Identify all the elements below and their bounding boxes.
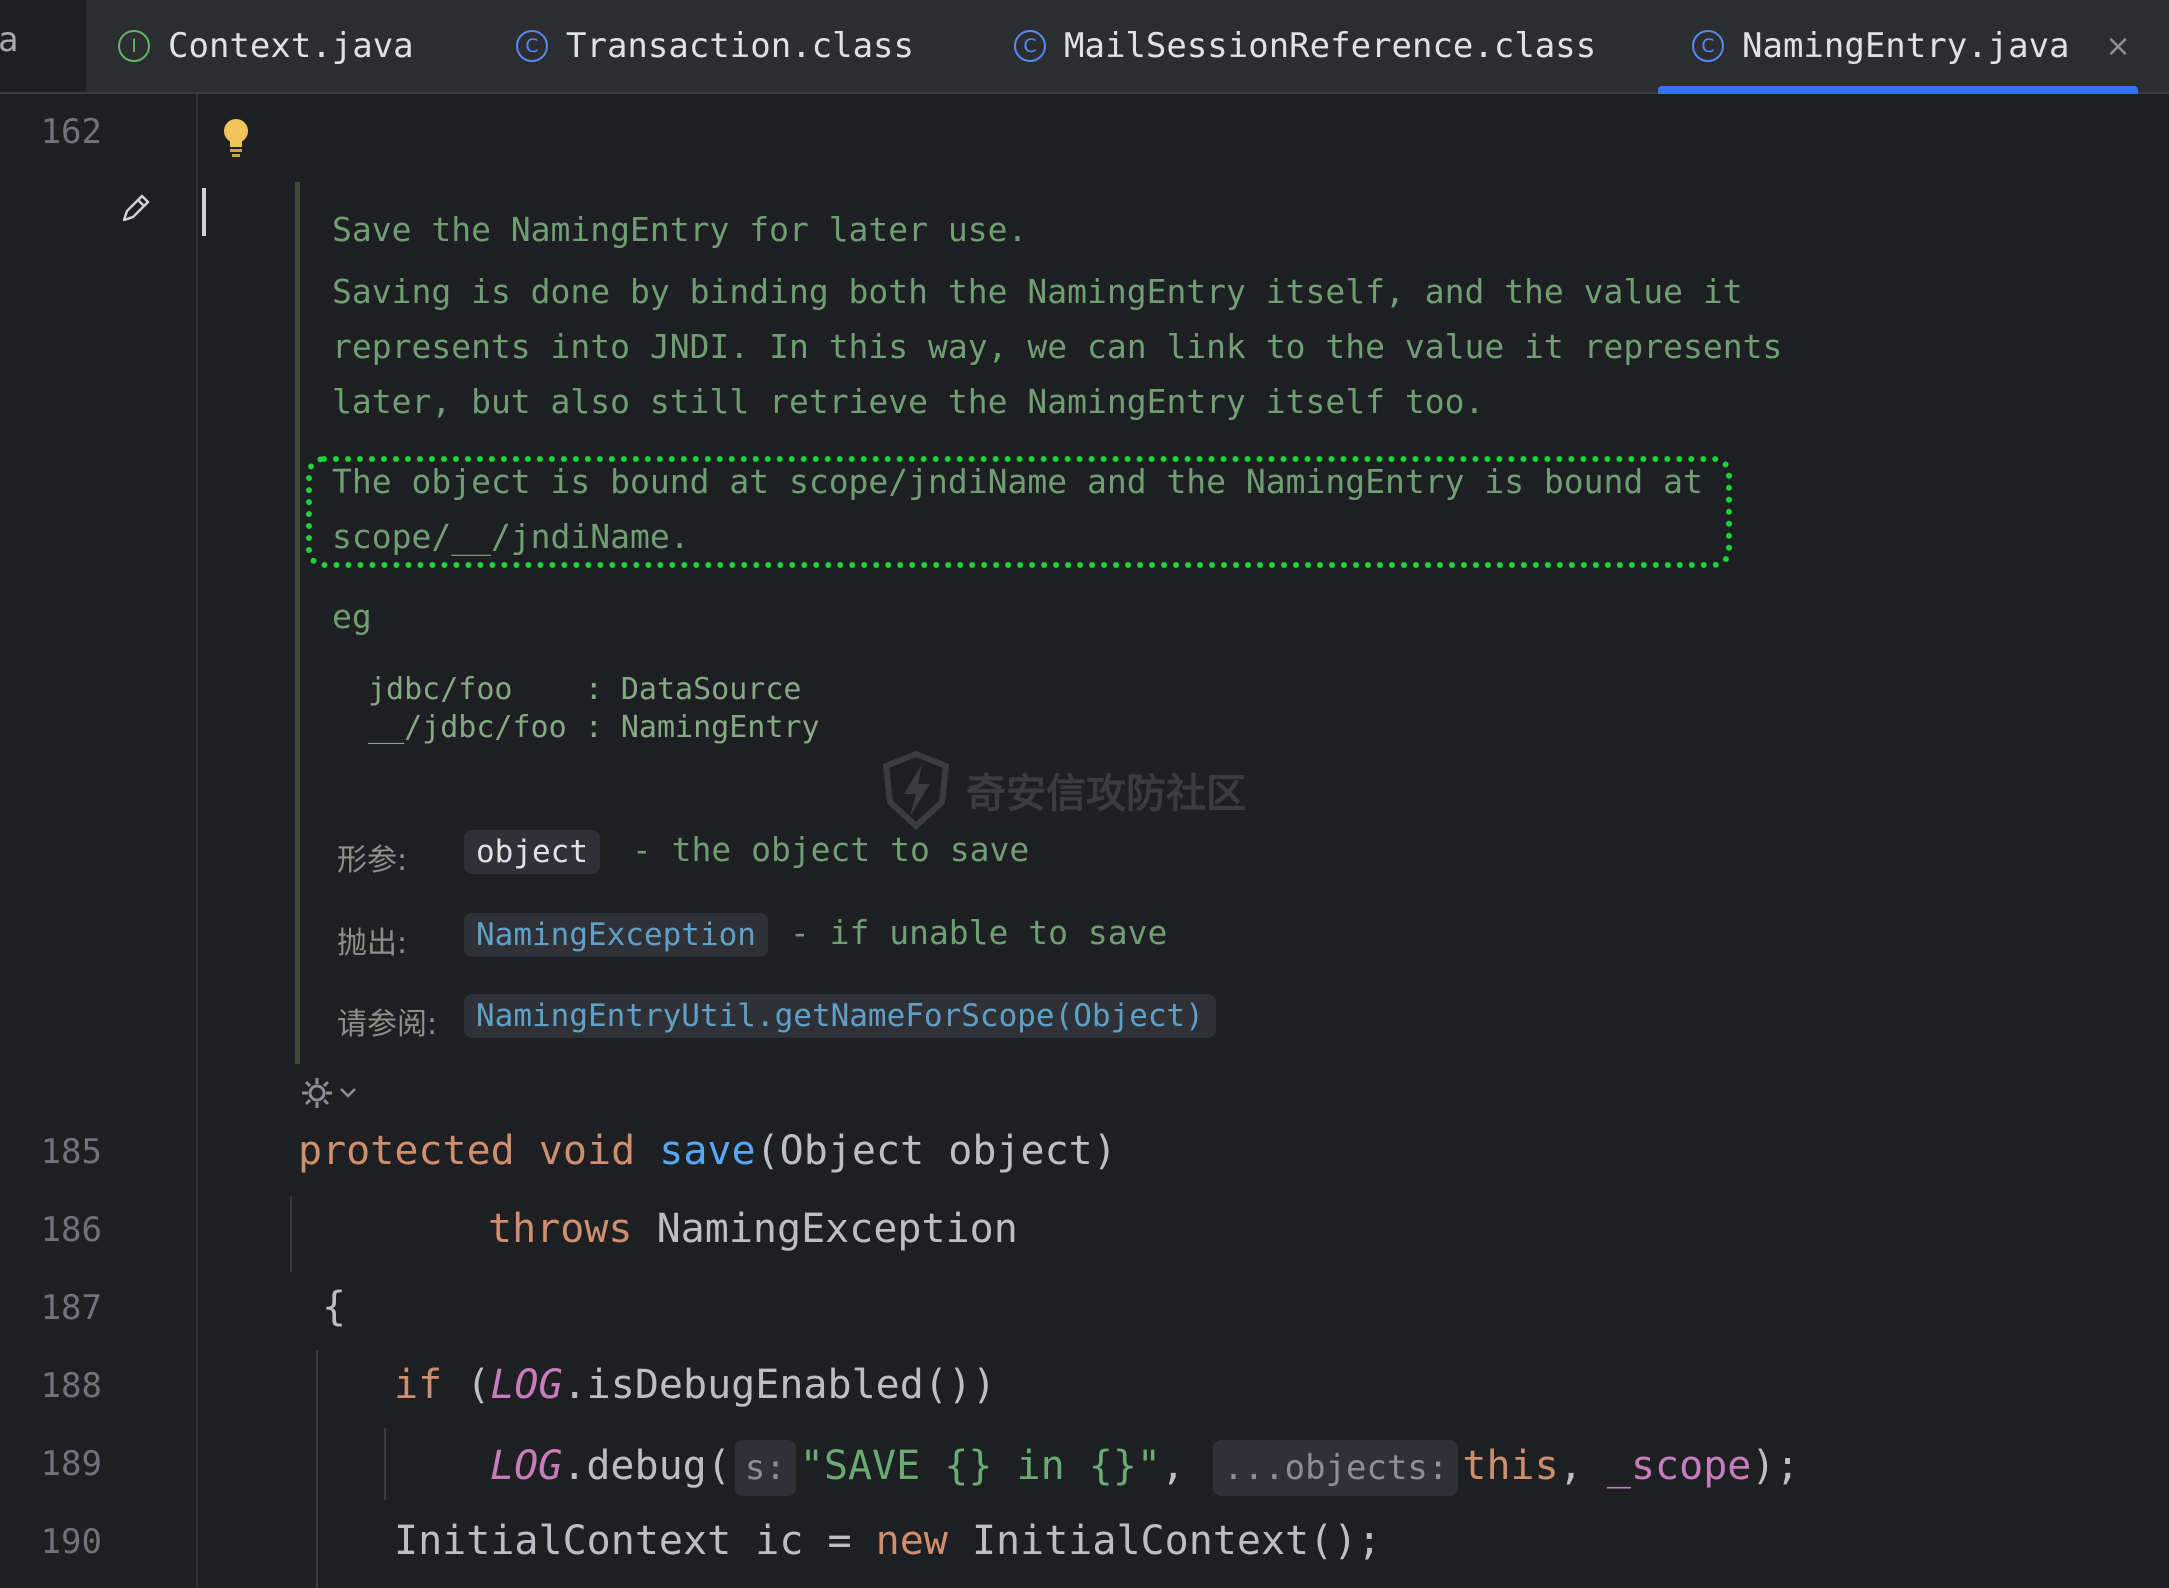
tab-label: NamingEntry.java xyxy=(1742,26,2070,66)
close-icon[interactable]: × xyxy=(2106,29,2131,64)
gear-icon xyxy=(302,1078,332,1108)
throws-description: - if unable to save xyxy=(770,913,1168,952)
keyword: void xyxy=(538,1128,636,1174)
method-call: .isDebugEnabled()) xyxy=(562,1362,997,1408)
code-line-188[interactable]: if (LOG.isDebugEnabled()) xyxy=(394,1362,996,1408)
keyword: new xyxy=(875,1518,948,1564)
active-tab-indicator xyxy=(1658,86,2138,94)
watermark: 奇安信攻防社区 xyxy=(880,750,1246,830)
tab-overflow-left[interactable]: a xyxy=(0,0,86,92)
line-number: 185 xyxy=(40,1132,102,1172)
class-icon: C xyxy=(1692,30,1724,62)
tab-transaction-class[interactable]: C Transaction.class xyxy=(516,0,914,92)
line-number: 162 xyxy=(40,112,102,152)
indent-guide xyxy=(316,1350,318,1588)
keyword: if xyxy=(394,1362,443,1408)
separator: , xyxy=(1558,1443,1607,1489)
line-number: 187 xyxy=(40,1288,102,1328)
declaration: InitialContext ic = xyxy=(394,1518,876,1564)
comma: , xyxy=(1161,1443,1186,1489)
code-line-189[interactable]: LOG.debug(s: "SAVE {} in {}", ...objects:… xyxy=(490,1440,1800,1496)
chevron-down-icon xyxy=(340,1088,356,1098)
text-caret xyxy=(202,188,206,236)
indent-guide xyxy=(290,1196,292,1272)
editor-tab-bar: a I Context.java C Transaction.class C M… xyxy=(0,0,2169,94)
code-line-187[interactable]: { xyxy=(322,1284,346,1330)
param-label: 形参: xyxy=(337,843,408,878)
shield-bolt-icon xyxy=(882,750,950,830)
statement-end: ); xyxy=(1751,1443,1800,1489)
line-number: 186 xyxy=(40,1210,102,1250)
tab-mailsessionreference-class[interactable]: C MailSessionReference.class xyxy=(1014,0,1596,92)
doc-paragraph-line: Saving is done by binding both the Namin… xyxy=(332,272,1743,311)
code-line-185[interactable]: protected void save(Object object) xyxy=(298,1128,1117,1174)
line-number: 189 xyxy=(40,1444,102,1484)
field-ref: _scope xyxy=(1606,1443,1752,1489)
paren: ( xyxy=(442,1362,491,1408)
tab-label: Context.java xyxy=(168,26,414,66)
doc-eg-label: eg xyxy=(332,597,372,636)
constructor-call: InitialContext(); xyxy=(947,1518,1382,1564)
doc-paragraph-line: later, but also still retrieve the Namin… xyxy=(332,382,1485,421)
tab-context-java[interactable]: I Context.java xyxy=(118,0,414,92)
editor-gutter xyxy=(0,94,198,1588)
tab-fragment-label: a xyxy=(0,20,19,60)
code-line-186[interactable]: throws NamingException xyxy=(488,1206,1018,1252)
class-icon: C xyxy=(1014,30,1046,62)
doc-comment-bar xyxy=(295,182,300,1064)
code-line-190[interactable]: InitialContext ic = new InitialContext()… xyxy=(394,1518,1381,1564)
see-label: 请参阅: xyxy=(337,1007,438,1042)
throws-link[interactable]: NamingException xyxy=(464,913,768,957)
lightbulb-icon[interactable] xyxy=(220,117,252,159)
tab-label: MailSessionReference.class xyxy=(1064,26,1597,66)
parameter-hint: ...objects: xyxy=(1213,1440,1459,1496)
tab-label: Transaction.class xyxy=(566,26,914,66)
doc-paragraph-line: represents into JNDI. In this way, we ca… xyxy=(332,327,1783,366)
class-icon: C xyxy=(516,30,548,62)
throws-label: 抛出: xyxy=(337,926,408,961)
static-field: LOG xyxy=(490,1443,563,1489)
edit-pencil-icon[interactable] xyxy=(118,190,154,226)
exception-type: NamingException xyxy=(632,1206,1018,1252)
method-call: .debug( xyxy=(562,1443,731,1489)
interface-icon: I xyxy=(118,30,150,62)
highlight-annotation-box xyxy=(306,456,1732,568)
tab-namingentry-java[interactable]: C NamingEntry.java × xyxy=(1658,0,2138,94)
method-name: save xyxy=(659,1128,756,1174)
indent-guide xyxy=(384,1428,386,1500)
see-link[interactable]: NamingEntryUtil.getNameForScope(Object) xyxy=(464,994,1216,1038)
doc-example-line: jdbc/foo : DataSource xyxy=(368,672,802,707)
doc-example-line: __/jdbc/foo : NamingEntry xyxy=(368,710,820,745)
reader-mode-toggle[interactable] xyxy=(300,1076,358,1110)
static-field: LOG xyxy=(490,1362,563,1408)
line-number: 190 xyxy=(40,1522,102,1562)
keyword: protected xyxy=(298,1128,515,1174)
param-name-chip: object xyxy=(464,830,600,874)
parameter-hint: s: xyxy=(734,1440,796,1496)
doc-summary: Save the NamingEntry for later use. xyxy=(332,210,1028,249)
watermark-text: 奇安信攻防社区 xyxy=(966,771,1246,817)
method-params: (Object object) xyxy=(755,1128,1117,1174)
string-literal: "SAVE {} in {}" xyxy=(799,1443,1162,1489)
keyword: throws xyxy=(488,1206,633,1252)
param-description: - the object to save xyxy=(612,830,1030,869)
line-number: 188 xyxy=(40,1366,102,1406)
keyword: this xyxy=(1462,1443,1559,1489)
